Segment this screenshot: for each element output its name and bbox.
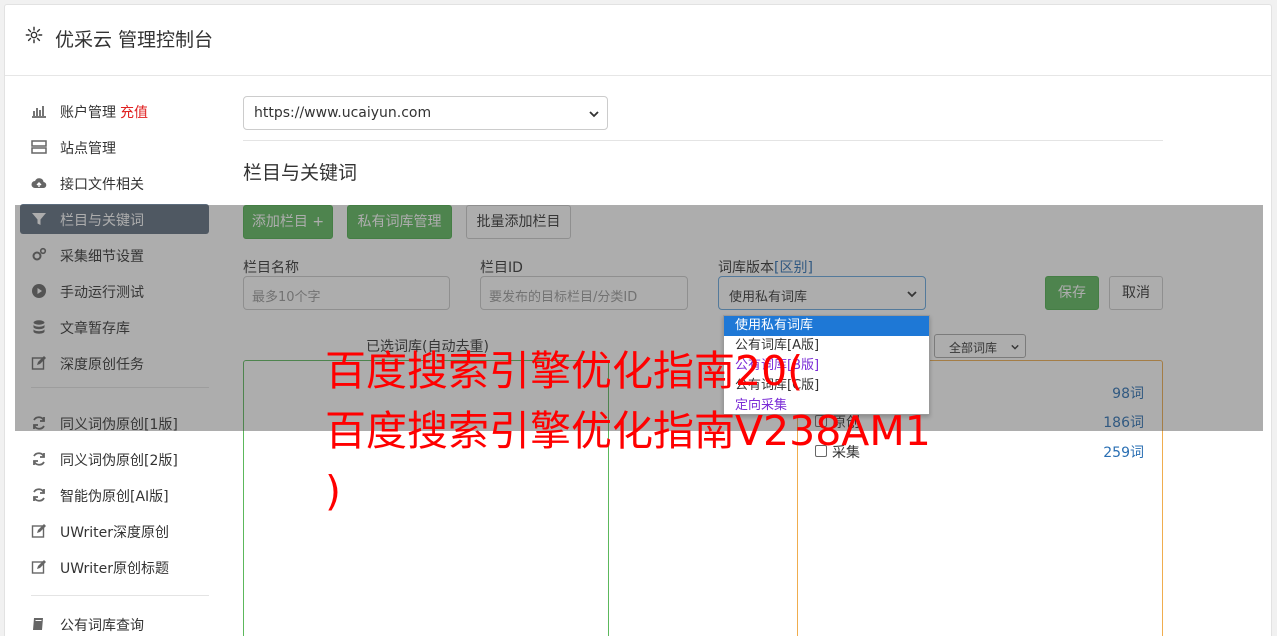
word-count: 259词 [1103,445,1144,461]
sidebar-item-interface[interactable]: 接口文件相关 [20,168,209,198]
sidebar-item-sites[interactable]: 站点管理 [20,132,209,162]
watermark-line: 百度搜索引擎优化指南V238AM1 [325,407,931,455]
card-header: 优采云 管理控制台 [5,5,1271,76]
sidebar-divider [31,595,209,596]
sidebar-item-uwriter-title[interactable]: UWriter原创标题 [20,552,209,582]
sidebar-item-label: UWriter深度原创 [60,525,169,541]
refresh-icon [33,452,45,466]
page-title: 优采云 管理控制台 [55,29,214,51]
section-divider [243,140,1163,141]
book-icon [33,618,43,630]
edit-icon [31,524,46,538]
watermark-line: 百度搜索引擎优化指南20( [325,347,804,395]
sidebar-item-synonym-v2[interactable]: 同义词伪原创[2版] [20,444,209,474]
dropdown-option[interactable]: 使用私有词库 [724,316,929,336]
edit-icon [31,560,46,574]
sidebar-item-ai-rewrite[interactable]: 智能伪原创[AI版] [20,480,209,510]
sidebar-item-uwriter-deep[interactable]: UWriter深度原创 [20,516,209,546]
cloud-upload-icon [31,178,47,189]
sidebar-item-label: 接口文件相关 [60,177,144,193]
sidebar-item-public-lib[interactable]: 公有词库查询 [20,609,209,636]
sidebar-item-label: UWriter原创标题 [60,561,169,577]
dim-overlay [15,205,1263,431]
bar-chart-icon [32,106,46,118]
sidebar-item-label: 同义词伪原创[2版] [60,453,178,469]
gear-icon [25,26,43,44]
server-icon [31,140,47,154]
chevron-down-icon [589,111,599,118]
refresh-icon [33,488,45,502]
site-select[interactable]: https://www.ucaiyun.com [243,96,608,130]
sidebar-item-label: 智能伪原创[AI版] [60,489,169,505]
sidebar-item-label: 站点管理 [60,141,116,157]
watermark-line: ) [325,467,341,515]
sidebar-item-label: 公有词库查询 [60,618,144,634]
sidebar-item-account[interactable]: 账户管理 充值 [20,96,209,126]
recharge-link[interactable]: 充值 [120,105,148,121]
section-title: 栏目与关键词 [243,162,358,184]
sidebar-item-label: 账户管理 [60,105,116,121]
site-select-value: https://www.ucaiyun.com [254,105,432,121]
